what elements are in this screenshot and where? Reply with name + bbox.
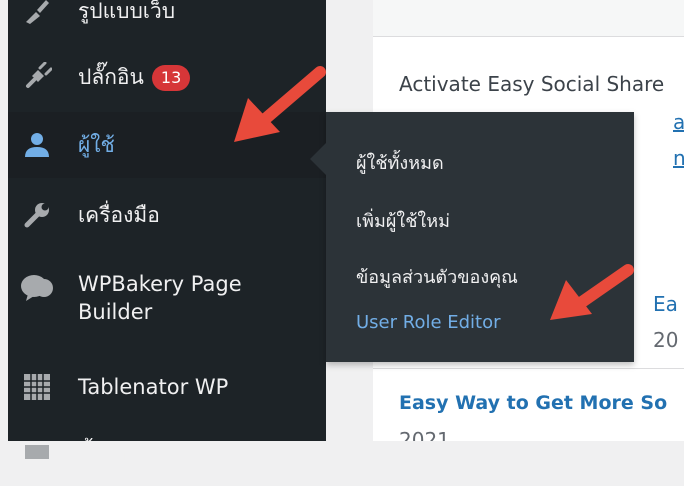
sidebar-item-label: เครื่องมือ [78, 203, 160, 227]
post-date: 2021 [399, 428, 450, 441]
post-title-link[interactable]: Easy Way to Get More So [399, 392, 667, 414]
table-icon [20, 370, 54, 404]
sidebar-item-label: WPBakery Page [78, 272, 242, 296]
sidebar-item-appearance[interactable]: รูปแบบเว็บ [8, 0, 326, 44]
user-icon [20, 128, 54, 162]
plug-icon [20, 60, 54, 94]
brush-icon [20, 0, 54, 28]
submenu-item-add-new-user[interactable]: เพิ่มผู้ใช้ใหม่ [356, 206, 450, 235]
submenu-item-profile[interactable]: ข้อมูลส่วนตัวของคุณ [356, 262, 518, 291]
page-edge [0, 0, 8, 441]
settings-icon [20, 436, 54, 470]
sidebar-item-tools[interactable]: เครื่องมือ [8, 182, 326, 248]
sidebar-item-label-cont: Builder [78, 300, 153, 324]
sidebar-item-wpbakery[interactable]: WPBakery Page Builder [8, 262, 326, 342]
submenu-item-all-users[interactable]: ผู้ใช้ทั้งหมด [356, 148, 444, 177]
notice-text: Activate Easy Social Share [399, 72, 665, 96]
divider [373, 368, 684, 369]
notice-link[interactable]: ate [673, 110, 684, 134]
wrench-icon [20, 198, 54, 232]
notice-link-2[interactable]: nce [673, 146, 684, 170]
update-count-badge: 13 [151, 65, 191, 91]
annotation-arrow-icon [550, 264, 634, 320]
sidebar-item-label: ผู้ใช้ [78, 133, 115, 157]
sidebar-item-tablenator[interactable]: Tablenator WP [8, 354, 326, 420]
content-header-strip [373, 0, 684, 37]
sidebar-item-label: Tablenator WP [78, 375, 229, 399]
sidebar-item-settings[interactable]: ตั้งค่า [8, 420, 326, 486]
sidebar-item-label: ตั้งค่า [78, 441, 128, 465]
speech-bubble-icon [20, 270, 54, 304]
post-date-partial: 20 [653, 328, 679, 352]
submenu-item-user-role-editor[interactable]: User Role Editor [356, 312, 501, 333]
post-title-partial[interactable]: Ea [653, 292, 678, 316]
sidebar-item-label: ปลั๊กอิน [78, 65, 144, 89]
sidebar-item-label: รูปแบบเว็บ [78, 0, 176, 23]
annotation-arrow-icon [234, 66, 326, 142]
